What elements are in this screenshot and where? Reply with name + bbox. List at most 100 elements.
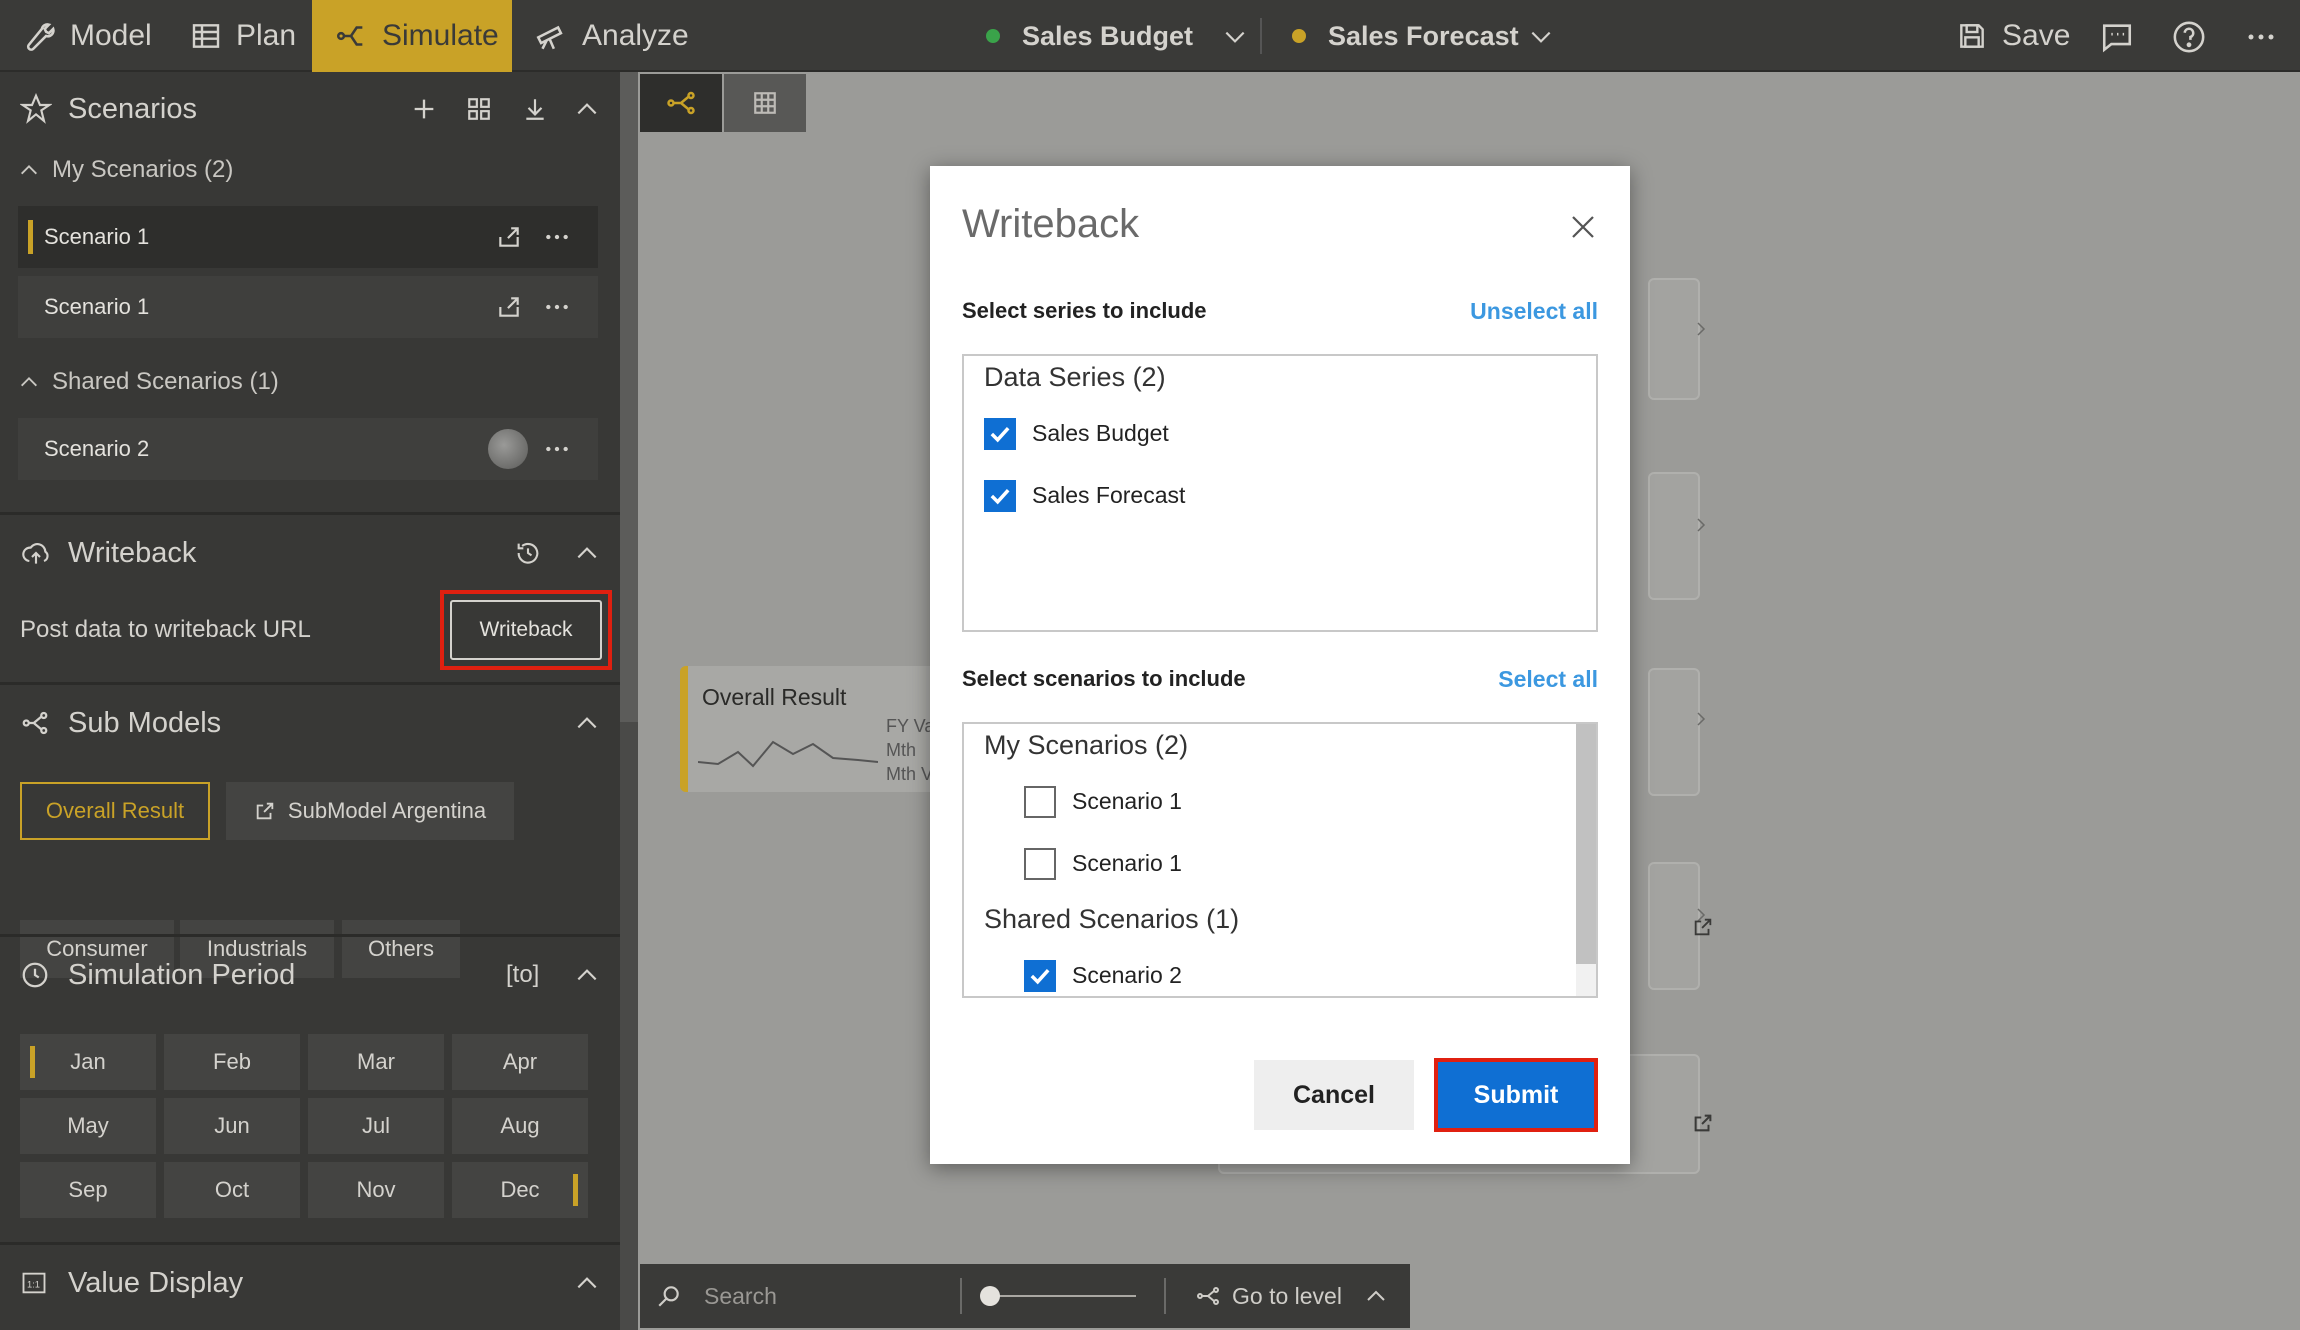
- external-link-icon[interactable]: [1692, 916, 1714, 938]
- chevron-right-icon[interactable]: [1692, 318, 1710, 340]
- chevron-down-icon[interactable]: [1528, 24, 1554, 50]
- overall-result-card[interactable]: Overall Result FY Var Mth Mth Va: [680, 666, 960, 792]
- my-scenarios-label: My Scenarios (2): [52, 156, 234, 183]
- submit-button[interactable]: Submit: [1434, 1058, 1598, 1132]
- scenarios-list: My Scenarios (2) Scenario 1 Scenario 1 S…: [962, 722, 1598, 998]
- scenario-1-checkbox[interactable]: [1024, 786, 1056, 818]
- sidebar-scrollbar[interactable]: [620, 72, 638, 1330]
- month-jun[interactable]: Jun: [164, 1098, 300, 1154]
- search-input[interactable]: Search: [704, 1283, 777, 1310]
- node-card[interactable]: [1648, 472, 1700, 600]
- close-icon[interactable]: [1568, 212, 1598, 242]
- range-start-marker: [30, 1046, 35, 1078]
- add-icon[interactable]: [410, 95, 438, 123]
- series-sales-forecast-label: Sales Forecast: [1328, 20, 1519, 51]
- scenario-1b-checkbox[interactable]: [1024, 848, 1056, 880]
- scenarios-header[interactable]: Scenarios: [0, 76, 620, 142]
- external-link-icon[interactable]: [1692, 1112, 1714, 1134]
- month-oct[interactable]: Oct: [164, 1162, 300, 1218]
- grid-icon[interactable]: [466, 96, 492, 122]
- chevron-up-icon[interactable]: [574, 710, 600, 736]
- history-icon[interactable]: [514, 539, 542, 567]
- search-icon: [658, 1286, 679, 1307]
- value-display-title: Value Display: [68, 1266, 244, 1299]
- save-label: Save: [2002, 19, 2071, 52]
- month-apr[interactable]: Apr: [452, 1034, 588, 1090]
- grid-view-button[interactable]: [724, 74, 806, 132]
- more-icon[interactable]: [2244, 22, 2278, 52]
- unselect-all-link[interactable]: Unselect all: [1470, 298, 1598, 325]
- comment-icon[interactable]: [2100, 20, 2134, 54]
- series-sales-forecast[interactable]: Sales Forecast: [1292, 0, 1519, 72]
- writeback-button[interactable]: Writeback: [450, 600, 602, 660]
- download-icon[interactable]: [522, 96, 548, 122]
- sidebar: Scenarios My Scenarios (2) Scenario 1 Sc…: [0, 72, 620, 1330]
- tab-simulate-label: Simulate: [382, 19, 499, 52]
- scrollbar-thumb[interactable]: [1576, 724, 1596, 964]
- month-sep[interactable]: Sep: [20, 1162, 156, 1218]
- sales-budget-checkbox[interactable]: [984, 418, 1016, 450]
- divider: [0, 934, 620, 937]
- go-to-level-button[interactable]: Go to level: [1232, 1283, 1342, 1310]
- divider: [0, 1242, 620, 1245]
- tab-model[interactable]: Model: [22, 0, 182, 72]
- month-aug[interactable]: Aug: [452, 1098, 588, 1154]
- scenario-2-checkbox[interactable]: [1024, 960, 1056, 992]
- submodels-header[interactable]: Sub Models: [0, 690, 620, 756]
- share-icon[interactable]: [496, 224, 522, 250]
- series-heading: Select series to include: [962, 298, 1207, 323]
- month-feb[interactable]: Feb: [164, 1034, 300, 1090]
- scenario-item[interactable]: Scenario 1: [18, 276, 598, 338]
- tab-analyze-label: Analyze: [582, 19, 689, 52]
- tree-view-button[interactable]: [640, 74, 722, 132]
- simulation-period-header[interactable]: Simulation Period [to]: [0, 942, 620, 1008]
- tab-analyze[interactable]: Analyze: [534, 0, 714, 72]
- active-indicator: [28, 220, 33, 254]
- month-jan[interactable]: Jan: [20, 1034, 156, 1090]
- card-line: Mth: [886, 740, 917, 760]
- chevron-up-icon[interactable]: [574, 96, 600, 122]
- chevron-up-icon[interactable]: [574, 962, 600, 988]
- submodel-argentina[interactable]: SubModel Argentina: [226, 782, 514, 840]
- list-scrollbar[interactable]: [1576, 724, 1596, 996]
- chevron-down-icon[interactable]: [1222, 24, 1248, 50]
- chevron-up-icon[interactable]: [574, 1270, 600, 1296]
- scenario-item[interactable]: Scenario 2: [18, 418, 598, 480]
- more-icon[interactable]: [544, 436, 570, 462]
- month-dec[interactable]: Dec: [452, 1162, 588, 1218]
- zoom-slider-track[interactable]: [986, 1295, 1136, 1297]
- chevron-right-icon[interactable]: [1692, 514, 1710, 536]
- scrollbar-thumb[interactable]: [620, 72, 638, 722]
- save-button[interactable]: Save: [1956, 0, 2070, 72]
- help-icon[interactable]: [2172, 20, 2206, 54]
- node-card[interactable]: [1648, 668, 1700, 796]
- value-display-header[interactable]: 1:1 Value Display: [0, 1250, 620, 1316]
- select-all-link[interactable]: Select all: [1498, 666, 1598, 693]
- submodels-title: Sub Models: [68, 706, 222, 739]
- month-may[interactable]: May: [20, 1098, 156, 1154]
- month-jul[interactable]: Jul: [308, 1098, 444, 1154]
- chevron-up-icon[interactable]: [1364, 1284, 1388, 1308]
- tab-plan[interactable]: Plan: [190, 0, 310, 72]
- writeback-header[interactable]: Writeback: [0, 520, 620, 586]
- tab-simulate[interactable]: Simulate: [312, 0, 512, 72]
- more-icon[interactable]: [544, 224, 570, 250]
- zoom-slider-handle[interactable]: [980, 1286, 1000, 1306]
- cancel-button[interactable]: Cancel: [1254, 1060, 1414, 1130]
- scenario-1b-label: Scenario 1: [1072, 850, 1182, 876]
- series-group-label: Data Series (2): [984, 362, 1166, 392]
- scenario-item[interactable]: Scenario 1: [18, 206, 598, 268]
- submodel-overall-result[interactable]: Overall Result: [20, 782, 210, 840]
- more-icon[interactable]: [544, 294, 570, 320]
- chevron-up-icon: [21, 377, 37, 387]
- sales-forecast-checkbox[interactable]: [984, 480, 1016, 512]
- month-mar[interactable]: Mar: [308, 1034, 444, 1090]
- month-nov[interactable]: Nov: [308, 1162, 444, 1218]
- share-icon[interactable]: [496, 294, 522, 320]
- series-sales-budget[interactable]: Sales Budget: [986, 0, 1193, 72]
- my-scenarios-group[interactable]: My Scenarios (2): [18, 156, 233, 184]
- shared-scenarios-group[interactable]: Shared Scenarios (1): [18, 368, 279, 396]
- chevron-up-icon[interactable]: [574, 540, 600, 566]
- chevron-right-icon[interactable]: [1692, 708, 1710, 730]
- bottom-toolbar: Search Go to level: [640, 1264, 1410, 1328]
